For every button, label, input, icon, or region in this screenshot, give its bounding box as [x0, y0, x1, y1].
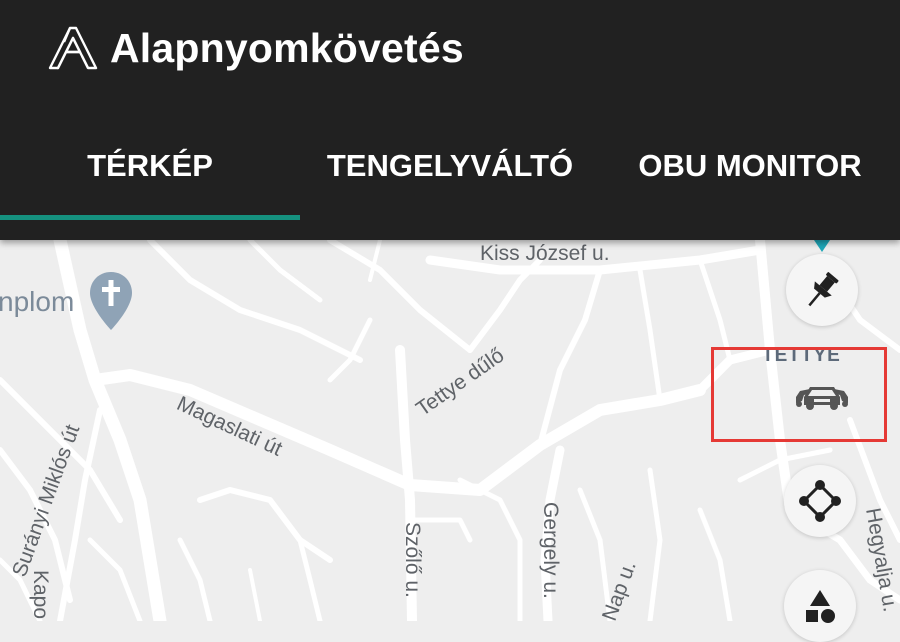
route-button[interactable] [784, 465, 856, 537]
street-label: Gergely u. [539, 502, 562, 599]
tab-label: TENGELYVÁLTÓ [326, 148, 574, 183]
route-nodes-icon [799, 480, 841, 522]
street-label: Kiss József u. [480, 242, 610, 265]
poi-label: nplom [0, 286, 75, 317]
app-logo-icon [48, 26, 98, 70]
tab-tengelyvalto[interactable]: TENGELYVÁLTÓ [300, 112, 600, 220]
shapes-button[interactable] [784, 570, 856, 642]
tab-obu-monitor[interactable]: OBU MONITOR [600, 112, 900, 220]
tab-label: TÉRKÉP [87, 148, 213, 183]
church-poi-icon[interactable] [88, 270, 134, 332]
tab-terkep[interactable]: TÉRKÉP [0, 112, 300, 220]
street-label: Kapo [29, 570, 52, 620]
vehicles-button[interactable] [786, 361, 858, 433]
pin-button[interactable] [786, 254, 858, 326]
tab-label: OBU MONITOR [638, 148, 862, 183]
street-label: Szőlő u. [401, 522, 424, 598]
pushpin-icon [808, 272, 839, 307]
shapes-icon [806, 590, 835, 623]
app-title: Alapnyomkövetés [110, 25, 464, 71]
selected-tab-indicator [0, 215, 300, 220]
cars-icon [796, 387, 848, 410]
app-bar: Alapnyomkövetés TÉRKÉP TENGELYVÁLTÓ OBU … [0, 0, 900, 240]
